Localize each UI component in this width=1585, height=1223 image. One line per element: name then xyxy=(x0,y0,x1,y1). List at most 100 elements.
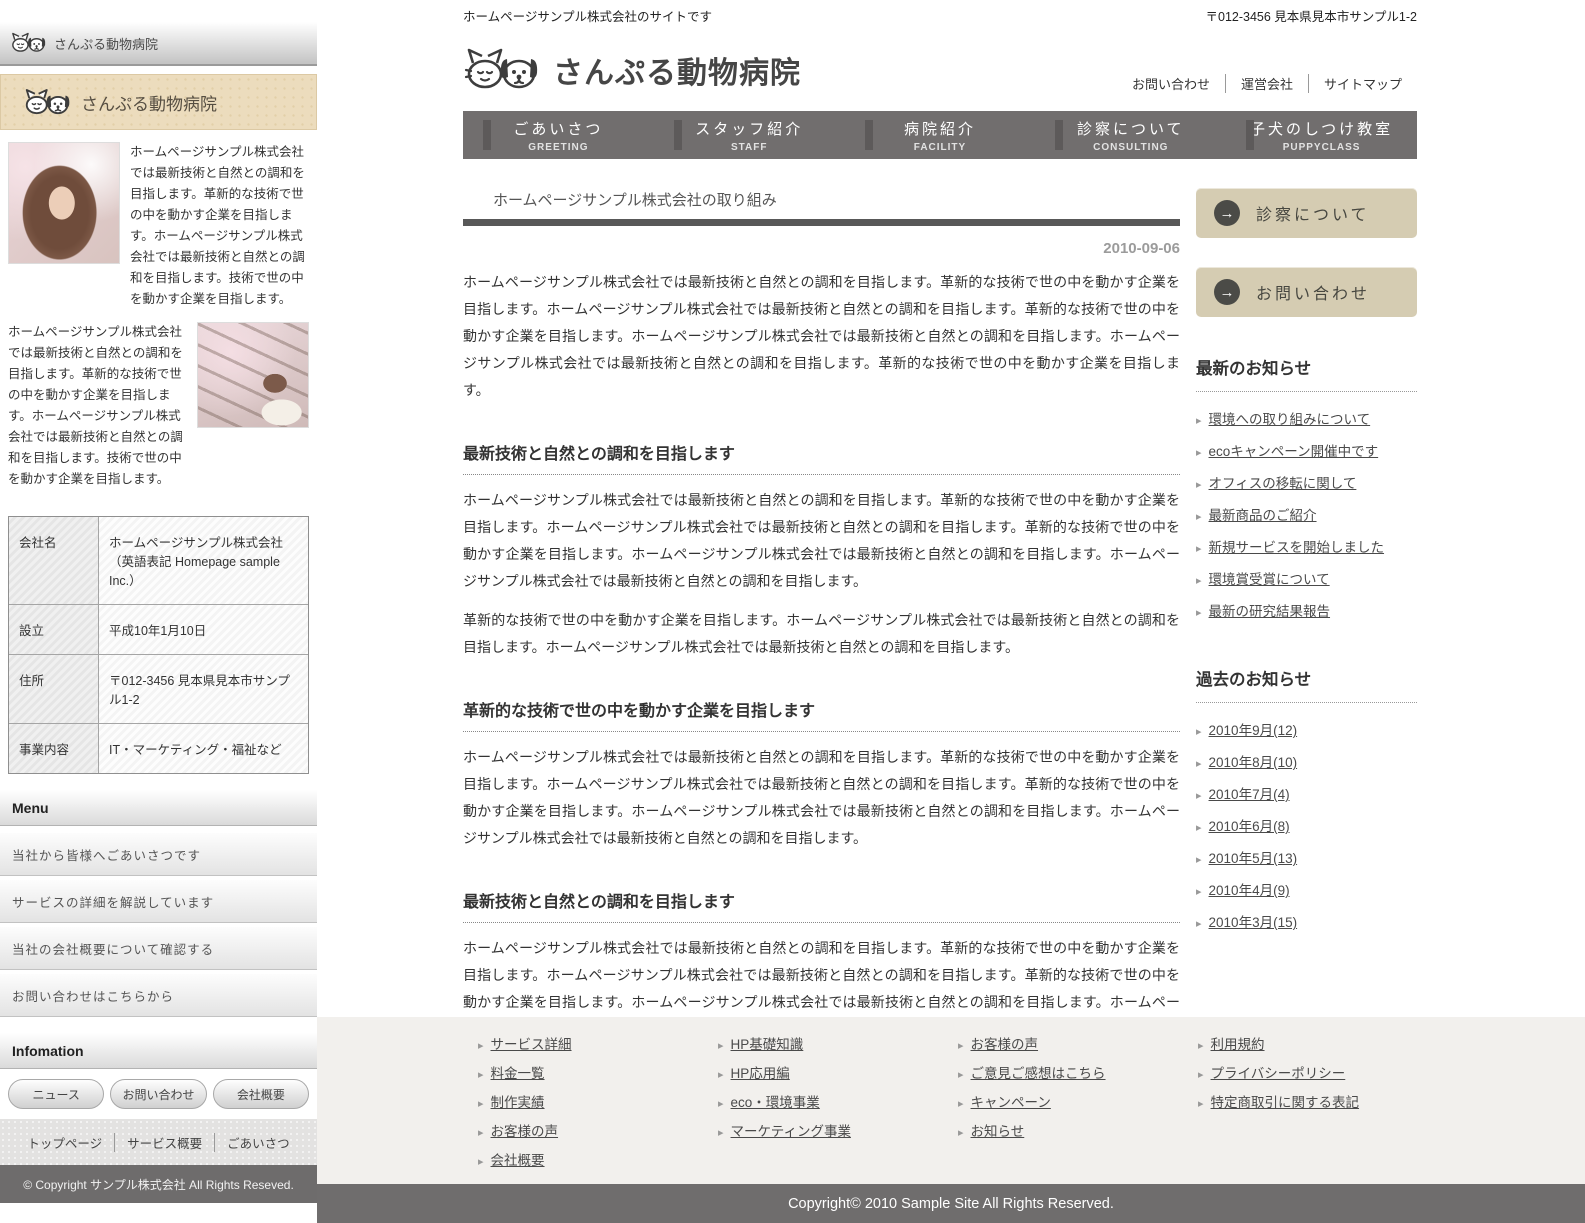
menu-item-service[interactable]: サービスの詳細を解説しています xyxy=(0,879,317,923)
news-link[interactable]: ecoキャンペーン開催中です xyxy=(1209,444,1379,459)
footer-link-row: ▸ eco・環境事業 xyxy=(718,1091,958,1111)
section-heading: 最新技術と自然との調和を目指します xyxy=(463,440,1180,475)
triangle-bullet-icon: ▸ xyxy=(1196,790,1202,802)
top-strip: ホームページサンプル株式会社のサイトです 〒012-3456 見本県見本市サンプ… xyxy=(463,0,1417,25)
nav-greeting[interactable]: ごあいさつ GREETING xyxy=(463,111,654,159)
triangle-bullet-icon: ▸ xyxy=(958,1098,964,1110)
footer-link[interactable]: 利用規約 xyxy=(1211,1037,1265,1052)
nav-staff[interactable]: スタッフ紹介 STAFF xyxy=(654,111,845,159)
footnav-greeting-link[interactable]: ごあいさつ xyxy=(214,1132,302,1152)
footer-link[interactable]: 特定商取引に関する表記 xyxy=(1211,1095,1360,1110)
row-label: 住所 xyxy=(9,655,99,723)
footer-link[interactable]: ご意見ご感想はこちら xyxy=(971,1066,1106,1081)
news-item: ▸ 最新の研究結果報告 xyxy=(1196,600,1417,620)
consulting-button[interactable]: → 診察について xyxy=(1196,188,1417,238)
archive-link[interactable]: 2010年5月(13) xyxy=(1209,851,1298,866)
triangle-bullet-icon: ▸ xyxy=(1198,1069,1204,1081)
footer-link[interactable]: HP応用編 xyxy=(731,1066,790,1081)
triangle-bullet-icon: ▸ xyxy=(1196,543,1202,555)
masthead: さんぷる動物病院 お問い合わせ 運営会社 サイトマップ xyxy=(463,39,1417,101)
footer-link[interactable]: HP基礎知識 xyxy=(731,1037,804,1052)
section-heading: 革新的な技術で世の中を動かす企業を目指します xyxy=(463,697,1180,732)
news-pill-button[interactable]: ニュース xyxy=(8,1079,105,1109)
footer-link[interactable]: eco・環境事業 xyxy=(731,1095,820,1110)
footnav-service-link[interactable]: サービス概要 xyxy=(114,1132,214,1152)
triangle-bullet-icon: ▸ xyxy=(718,1069,724,1081)
news-link[interactable]: 最新商品のご紹介 xyxy=(1209,508,1317,523)
footer-link[interactable]: 制作実績 xyxy=(491,1095,545,1110)
footer-link[interactable]: お客様の声 xyxy=(491,1124,559,1139)
footer-link[interactable]: サービス詳細 xyxy=(491,1037,572,1052)
nav-facility[interactable]: 病院紹介 FACILITY xyxy=(845,111,1036,159)
news-item: ▸ ecoキャンペーン開催中です xyxy=(1196,440,1417,460)
footer-link[interactable]: プライバシーポリシー xyxy=(1211,1066,1346,1081)
information-header: Infomation xyxy=(0,1033,317,1069)
footer-columns: ▸ サービス詳細 ▸ 料金一覧 ▸ 制作実績 ▸ お客様の声 ▸ 会社概要 ▸ HP基礎知識… xyxy=(317,1017,1585,1178)
article-section-2: 革新的な技術で世の中を動かす企業を目指します ホームページサンプル株式会社では最… xyxy=(463,697,1180,852)
news-link[interactable]: オフィスの移転に関して xyxy=(1209,476,1357,491)
nav-label-jp: 病院紹介 xyxy=(903,120,976,138)
site-tagline: ホームページサンプル株式会社のサイトです xyxy=(463,10,713,24)
left-panel: さんぷる動物病院 さんぷる動物病院 ホームページサンプル株式会社では最新技術と自… xyxy=(0,0,317,1203)
footer-link[interactable]: マーケティング事業 xyxy=(731,1124,851,1139)
news-link[interactable]: 新規サービスを開始しました xyxy=(1209,540,1385,555)
footer-link[interactable]: 会社概要 xyxy=(491,1153,545,1168)
triangle-bullet-icon: ▸ xyxy=(1196,886,1202,898)
footer-link[interactable]: 料金一覧 xyxy=(491,1066,545,1081)
main-site: ホームページサンプル株式会社のサイトです 〒012-3456 見本県見本市サンプ… xyxy=(463,0,1417,1191)
triangle-bullet-icon: ▸ xyxy=(1196,918,1202,930)
profile-text-1: ホームページサンプル株式会社では最新技術と自然との調和を目指します。革新的な技術… xyxy=(130,145,305,306)
archive-item: ▸ 2010年9月(12) xyxy=(1196,719,1417,739)
footer-copyright: Copyright© 2010 Sample Site All Rights R… xyxy=(317,1184,1585,1223)
news-item: ▸ 新規サービスを開始しました xyxy=(1196,536,1417,556)
site-address: 〒012-3456 見本県見本市サンプル1-2 xyxy=(1205,10,1418,24)
news-link[interactable]: 最新の研究結果報告 xyxy=(1209,604,1331,619)
footer-column-services: ▸ サービス詳細 ▸ 料金一覧 ▸ 制作実績 ▸ お客様の声 ▸ 会社概要 xyxy=(478,1033,718,1178)
utility-contact-link[interactable]: お問い合わせ xyxy=(1117,74,1225,93)
utility-sitemap-link[interactable]: サイトマップ xyxy=(1307,74,1417,93)
archive-link[interactable]: 2010年9月(12) xyxy=(1209,723,1298,738)
article-section-1: 最新技術と自然との調和を目指します ホームページサンプル株式会社では最新技術と自… xyxy=(463,440,1180,661)
latest-news-block: 最新のお知らせ ▸ 環境への取り組みについて ▸ ecoキャンペーン開催中です ▸ オ… xyxy=(1196,355,1417,620)
footer-link-row: ▸ キャンペーン xyxy=(958,1091,1198,1111)
row-value: ホームページサンプル株式会社 （英語表記 Homepage sample Inc… xyxy=(99,517,308,604)
article-intro: ホームページサンプル株式会社では最新技術と自然との調和を目指します。革新的な技術… xyxy=(463,274,1180,398)
archive-link[interactable]: 2010年3月(15) xyxy=(1209,915,1298,930)
archive-link[interactable]: 2010年4月(9) xyxy=(1209,883,1290,898)
footer-link-row: ▸ HP基礎知識 xyxy=(718,1033,958,1053)
archive-link[interactable]: 2010年8月(10) xyxy=(1209,755,1298,770)
section-paragraph: ホームページサンプル株式会社では最新技術と自然との調和を目指します。革新的な技術… xyxy=(463,749,1180,846)
footer-link[interactable]: お知らせ xyxy=(971,1124,1025,1139)
contact-button[interactable]: → お問い合わせ xyxy=(1196,267,1417,317)
profile-photo-woman xyxy=(8,142,120,264)
contact-pill-button[interactable]: お問い合わせ xyxy=(110,1079,207,1109)
archive-link[interactable]: 2010年7月(4) xyxy=(1209,787,1290,802)
profile-text-2: ホームページサンプル株式会社では最新技術と自然との調和を目指します。革新的な技術… xyxy=(8,325,183,486)
table-row: 会社名 ホームページサンプル株式会社 （英語表記 Homepage sample… xyxy=(9,517,308,605)
archive-link[interactable]: 2010年6月(8) xyxy=(1209,819,1290,834)
nav-label-jp: 診察について xyxy=(1077,120,1185,138)
menu-item-contact[interactable]: お問い合わせはこちらから xyxy=(0,973,317,1017)
nav-label-jp: スタッフ紹介 xyxy=(695,120,804,138)
company-pill-button[interactable]: 会社概要 xyxy=(212,1079,309,1109)
nav-consulting[interactable]: 診察について CONSULTING xyxy=(1035,111,1226,159)
site-title[interactable]: さんぷる動物病院 xyxy=(553,48,801,92)
utility-nav: お問い合わせ 運営会社 サイトマップ xyxy=(1117,74,1417,93)
footer-link[interactable]: お客様の声 xyxy=(971,1037,1039,1052)
menu-item-greeting[interactable]: 当社から皆様へごあいさつです xyxy=(0,832,317,876)
left-panel-header: さんぷる動物病院 xyxy=(0,22,317,66)
menu-item-company[interactable]: 当社の会社概要について確認する xyxy=(0,926,317,970)
footer-link[interactable]: キャンペーン xyxy=(971,1095,1051,1110)
news-link[interactable]: 環境への取り組みについて xyxy=(1209,412,1371,427)
triangle-bullet-icon: ▸ xyxy=(1196,822,1202,834)
triangle-bullet-icon: ▸ xyxy=(958,1127,964,1139)
nav-label-en: STAFF xyxy=(730,141,768,153)
footnav-top-link[interactable]: トップページ xyxy=(15,1133,114,1152)
cat-dog-logo-icon[interactable] xyxy=(463,45,543,95)
footer-column-customers: ▸ お客様の声 ▸ ご意見ご感想はこちら ▸ キャンペーン ▸ お知らせ xyxy=(958,1033,1198,1178)
nav-label-en: CONSULTING xyxy=(1093,141,1169,153)
left-panel-banner-title: さんぷる動物病院 xyxy=(81,94,217,114)
nav-puppyclass[interactable]: 子犬のしつけ教室 PUPPYCLASS xyxy=(1226,111,1417,159)
news-link[interactable]: 環境賞受賞について xyxy=(1209,572,1330,587)
utility-operator-link[interactable]: 運営会社 xyxy=(1224,74,1308,93)
